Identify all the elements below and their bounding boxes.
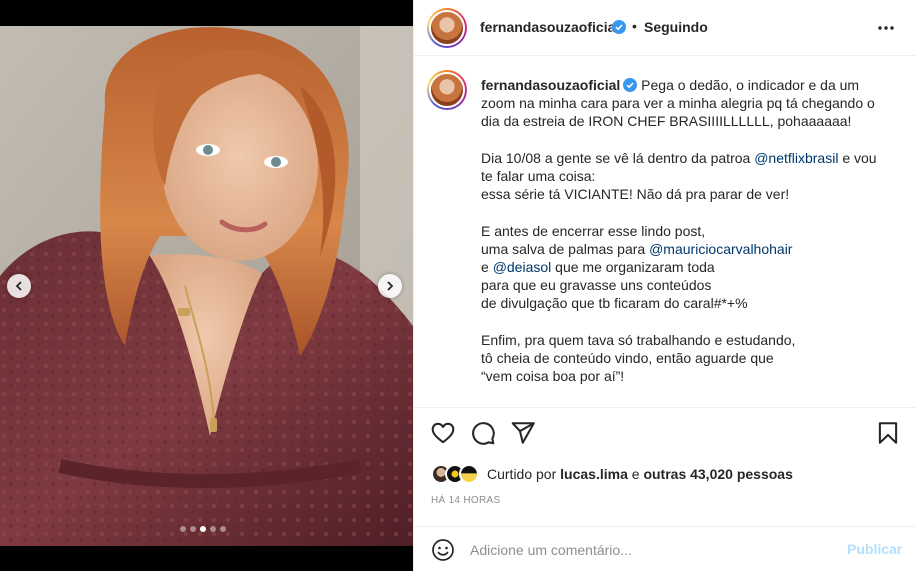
post-header: fernandasouzaoficial • Seguindo: [414, 0, 916, 56]
caption-line: Enfim, pra quem tava só trabalhando e es…: [481, 331, 796, 348]
likes-count[interactable]: outras 43,020 pessoas: [643, 466, 792, 482]
post-photo-illustration: [0, 26, 413, 546]
caption-section: fernandasouzaoficial Pega o dedão, o ind…: [414, 56, 916, 408]
verified-badge-icon: [612, 20, 626, 34]
comment-bar: Publicar: [414, 526, 916, 571]
caption-line: para que eu gravasse uns conteúdos: [481, 277, 712, 294]
post-media: [0, 0, 413, 571]
chevron-left-icon: [15, 281, 22, 291]
mention-link[interactable]: @deiasol: [493, 259, 552, 275]
following-button[interactable]: Seguindo: [644, 19, 708, 35]
carousel-next-button[interactable]: [378, 274, 402, 298]
caption-line: de divulgação que tb ficaram do caral#*+…: [481, 295, 748, 312]
caption-text: e: [481, 259, 493, 275]
post-caption: fernandasouzaoficial Pega o dedão, o ind…: [481, 76, 891, 385]
heart-icon[interactable]: [430, 420, 456, 446]
likes-connector: e: [631, 466, 640, 482]
carousel-dot-active: [200, 526, 206, 532]
caption-username[interactable]: fernandasouzaoficial: [481, 77, 620, 93]
caption-line: E antes de encerrar esse lindo post,: [481, 222, 706, 239]
caption-text: Dia 10/08 a gente se vê lá dentro da pat…: [481, 149, 755, 166]
paper-plane-icon[interactable]: [510, 420, 536, 446]
header-separator: •: [632, 18, 637, 34]
likes-summary: Curtido por lucas.lima e outras 43,020 p…: [431, 462, 793, 486]
caption-text: uma salva de palmas para: [481, 240, 650, 257]
likes-prefix: Curtido por: [487, 466, 557, 482]
comment-input[interactable]: [470, 539, 830, 561]
comment-icon[interactable]: [470, 420, 496, 446]
liker-username[interactable]: lucas.lima: [560, 466, 628, 482]
caption-text: que me organizaram toda: [551, 259, 715, 275]
liker-avatar[interactable]: [459, 464, 479, 484]
caption-line: tô cheia de conteúdo vindo, então aguard…: [481, 350, 774, 366]
chevron-right-icon: [387, 281, 394, 291]
post-timestamp[interactable]: HÁ 14 HORAS: [431, 495, 500, 506]
post-actions: [414, 420, 916, 450]
carousel-dot: [180, 526, 186, 532]
verified-badge-icon: [623, 78, 638, 92]
likes-text[interactable]: Curtido por lucas.lima e outras 43,020 p…: [487, 466, 793, 482]
carousel-dot: [220, 526, 226, 532]
post-details-panel: fernandasouzaoficial • Seguindo fernanda…: [413, 0, 916, 571]
more-horizontal-icon[interactable]: [876, 18, 896, 38]
caption-line: essa série tá VICIANTE! Não dá pra parar…: [481, 186, 790, 203]
bookmark-icon[interactable]: [875, 420, 901, 446]
caption-author-avatar[interactable]: [427, 70, 467, 110]
carousel-dot: [210, 526, 216, 532]
mention-link[interactable]: @mauriciocarvalhohair: [649, 241, 792, 257]
author-username[interactable]: fernandasouzaoficial: [480, 19, 619, 35]
carousel-indicator: [180, 526, 226, 532]
mention-link[interactable]: @netflixbrasil: [754, 150, 838, 166]
publish-button[interactable]: Publicar: [847, 541, 902, 557]
carousel-prev-button[interactable]: [7, 274, 31, 298]
smiley-icon[interactable]: [431, 538, 455, 562]
author-avatar[interactable]: [427, 8, 467, 48]
carousel-dot: [190, 526, 196, 532]
caption-line: “vem coisa boa por aí”!: [481, 368, 625, 385]
post-photo[interactable]: [0, 26, 413, 546]
